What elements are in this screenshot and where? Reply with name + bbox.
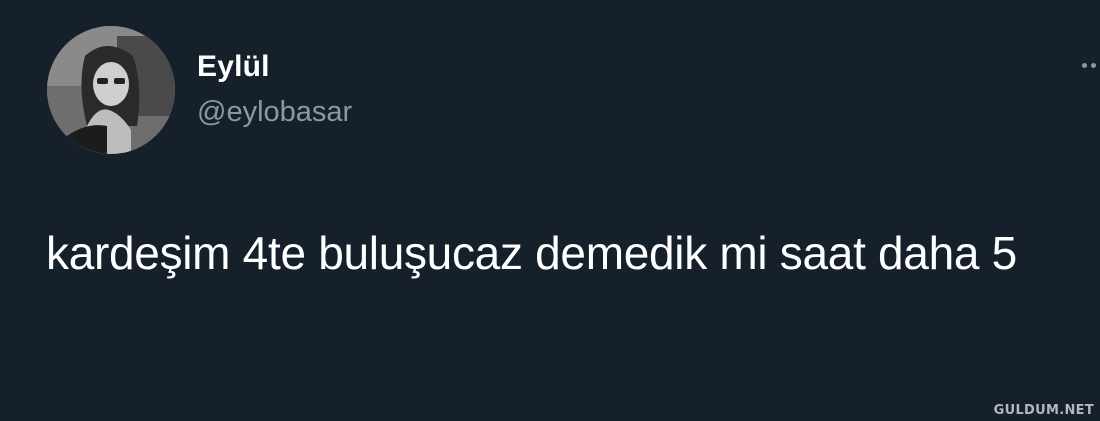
user-handle[interactable]: @eylobasar (197, 96, 352, 129)
avatar[interactable] (47, 26, 175, 154)
tweet-card: Eylül @eylobasar kardeşim 4te buluşucaz … (0, 0, 1100, 421)
profile-photo-icon (47, 26, 175, 154)
watermark: GULDUM.NET (993, 403, 1094, 418)
more-dots-icon[interactable] (1080, 60, 1100, 72)
display-name[interactable]: Eylül (197, 50, 270, 84)
tweet-text: kardeşim 4te buluşucaz demedik mi saat d… (46, 227, 1017, 279)
